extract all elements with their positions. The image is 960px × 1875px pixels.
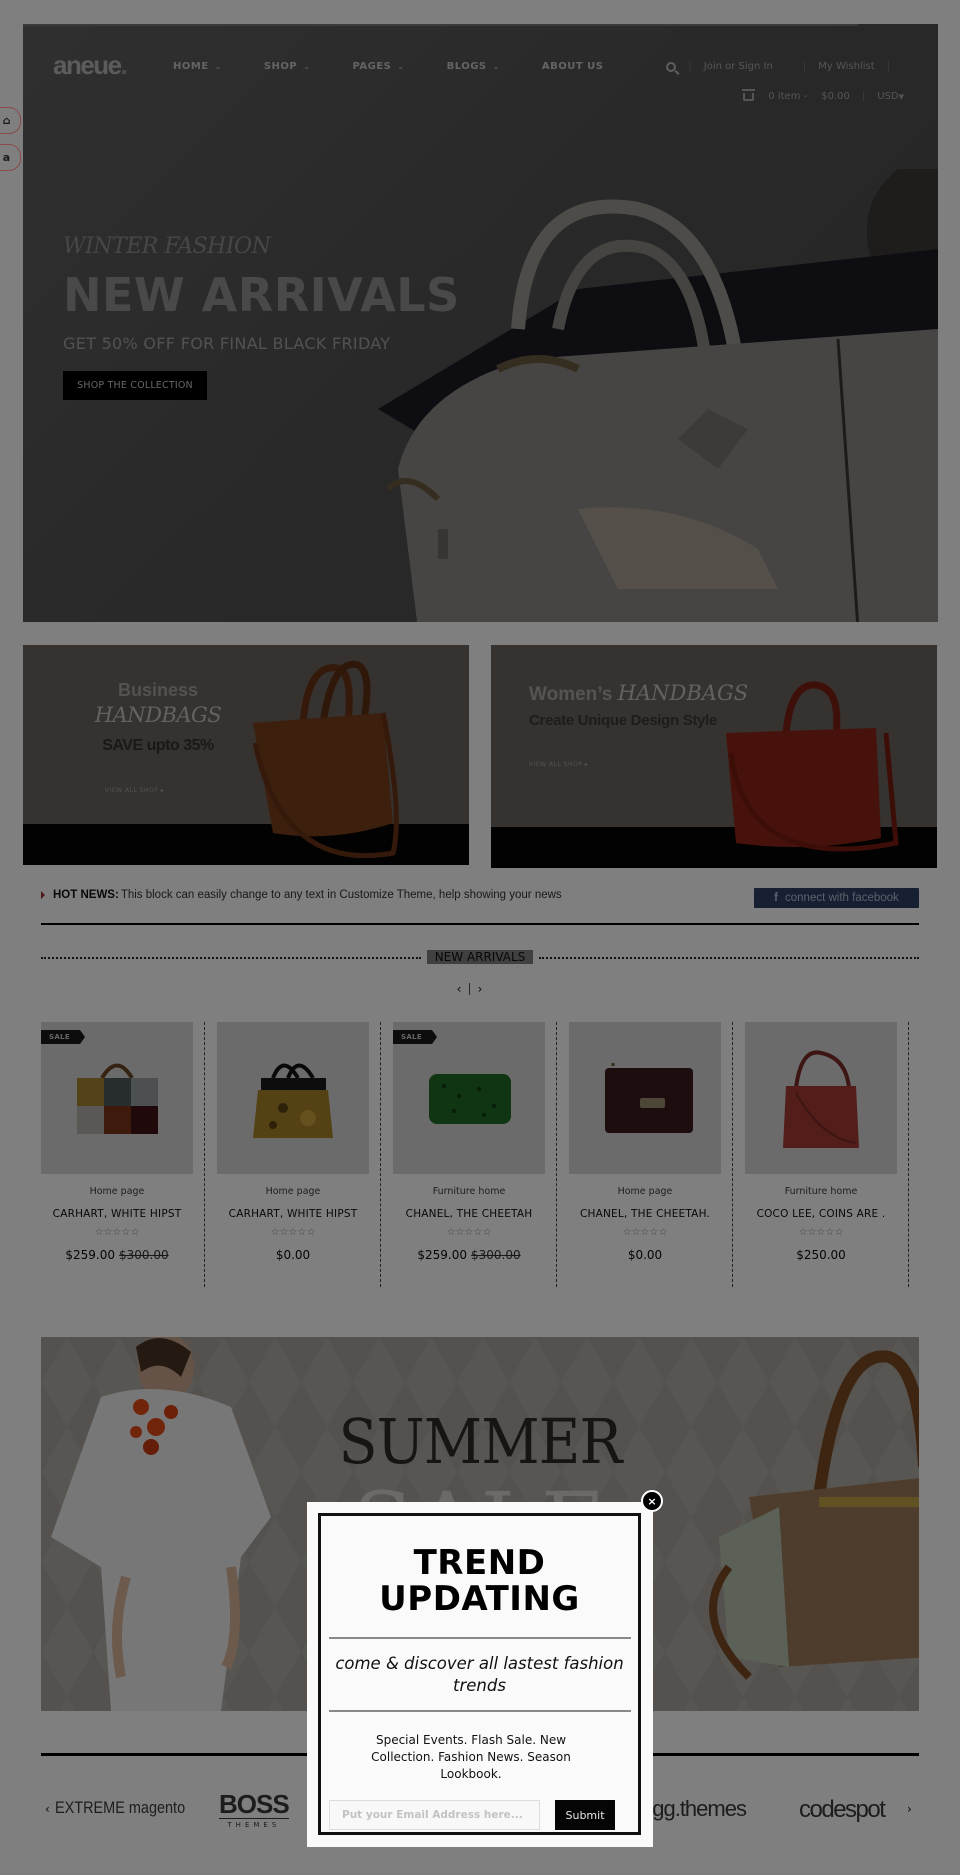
newsletter-submit-button[interactable]: Submit [555,1800,615,1830]
side-home-tab[interactable]: ⌂ [0,107,21,134]
popup-title-line2: UPDATING [379,1579,580,1619]
newsletter-email-input[interactable] [329,1800,540,1830]
popup-events-text: Special Events. Flash Sale. New Collecti… [371,1733,571,1781]
popup-divider [329,1710,631,1712]
newsletter-popup: TREND UPDATING come & discover all laste… [307,1502,653,1847]
side-amazon-tab[interactable]: a [0,144,21,171]
home-icon: ⌂ [2,114,11,127]
amazon-icon: a [2,151,11,164]
close-icon[interactable]: × [641,1490,663,1512]
popup-tagline: come & discover all lastest fashion tren… [335,1654,624,1695]
popup-frame: TREND UPDATING come & discover all laste… [318,1513,641,1835]
popup-title-line1: TREND [413,1543,546,1583]
popup-title: TREND UPDATING [321,1545,638,1617]
popup-divider [329,1637,631,1639]
